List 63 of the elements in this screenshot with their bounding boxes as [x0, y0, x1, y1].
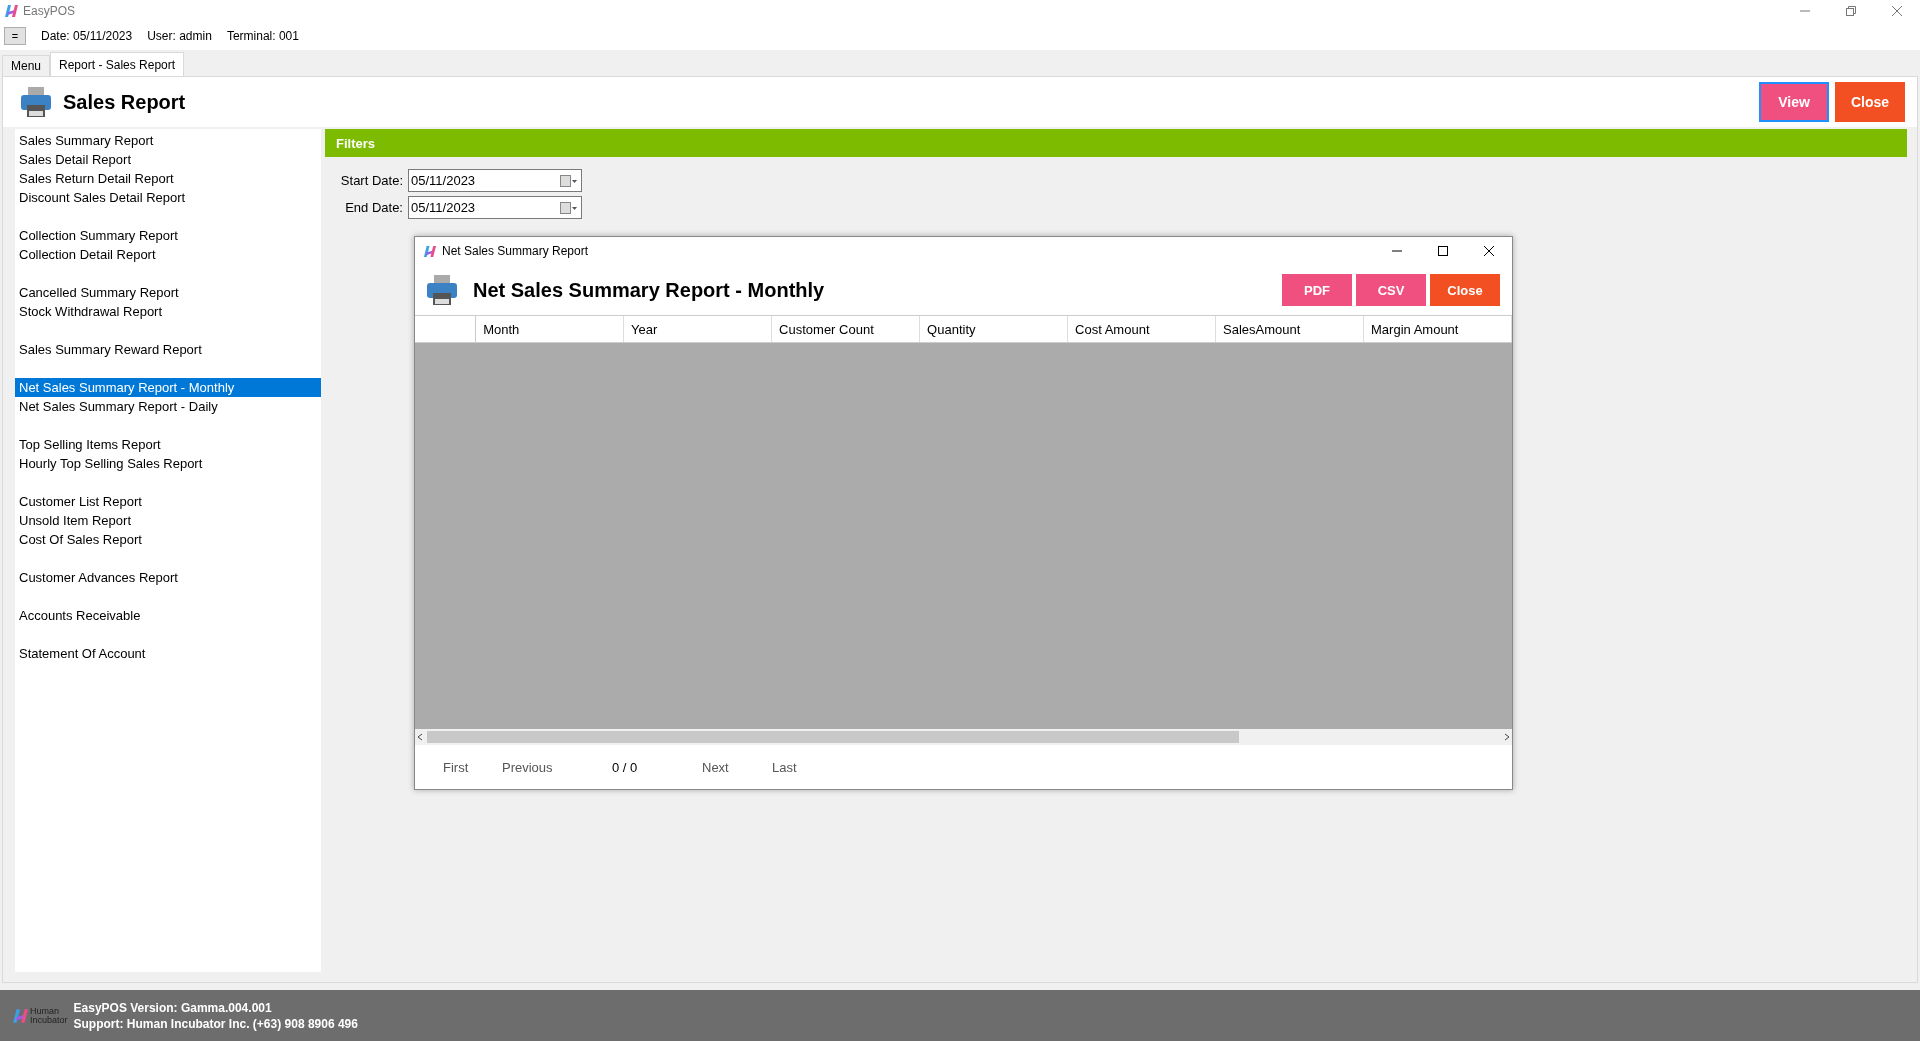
horizontal-scrollbar[interactable]	[415, 729, 1512, 745]
calendar-icon[interactable]	[560, 174, 578, 187]
column-header[interactable]: Month	[476, 316, 625, 342]
report-item[interactable]: Sales Detail Report	[15, 150, 321, 169]
column-header[interactable]: Cost Amount	[1068, 316, 1217, 342]
version-text: EasyPOS Version: Gamma.004.001	[73, 999, 273, 1016]
dialog-title: Net Sales Summary Report	[442, 244, 590, 258]
filters-header: Filters	[325, 129, 1907, 157]
first-link[interactable]: First	[443, 759, 502, 775]
report-item[interactable]: Sales Summary Report	[15, 131, 321, 150]
restore-icon[interactable]	[1846, 6, 1856, 16]
column-header[interactable]: Quantity	[920, 316, 1069, 342]
close-dialog-button[interactable]: Close	[1430, 274, 1500, 306]
report-item[interactable]: Discount Sales Detail Report	[15, 188, 321, 207]
report-item[interactable]: Collection Detail Report	[15, 245, 321, 264]
close-icon[interactable]	[1484, 246, 1494, 256]
column-header[interactable]: SalesAmount	[1216, 316, 1365, 342]
logo-icon	[12, 1007, 28, 1024]
date-field[interactable]: 05/11/2023	[408, 169, 582, 192]
page-position: 0 / 0	[612, 759, 639, 775]
field-label: Start Date:	[339, 173, 404, 188]
maximize-icon[interactable]	[1438, 246, 1448, 256]
menu-button[interactable]: =	[4, 27, 26, 45]
report-item[interactable]: Unsold Item Report	[15, 511, 321, 530]
tab[interactable]: Menu	[2, 55, 51, 76]
field-label: End Date:	[344, 200, 404, 215]
logo-icon	[423, 244, 436, 258]
page-title: Sales Report	[63, 90, 187, 114]
calendar-icon[interactable]	[560, 201, 578, 214]
report-item[interactable]: Net Sales Summary Report - Daily	[15, 397, 321, 416]
report-item[interactable]: Sales Return Detail Report	[15, 169, 321, 188]
report-item[interactable]: Customer List Report	[15, 492, 321, 511]
report-item[interactable]: Net Sales Summary Report - Monthly	[15, 378, 321, 397]
previous-link[interactable]: Previous	[502, 759, 612, 775]
printer-icon	[425, 273, 459, 307]
date-label: Date: 05/11/2023	[41, 29, 133, 43]
next-link[interactable]: Next	[702, 759, 772, 775]
column-header[interactable]: Year	[624, 316, 773, 342]
report-item[interactable]: Statement Of Account	[15, 644, 321, 663]
report-item[interactable]: Accounts Receivable	[15, 606, 321, 625]
last-link[interactable]: Last	[772, 759, 822, 775]
report-item[interactable]: Cost Of Sales Report	[15, 530, 321, 549]
report-item[interactable]: Customer Advances Report	[15, 568, 321, 587]
logo-text: Incubator	[30, 1015, 68, 1025]
date-field[interactable]: 05/11/2023	[408, 196, 582, 219]
report-item[interactable]: Stock Withdrawal Report	[15, 302, 321, 321]
terminal-label: Terminal: 001	[226, 29, 299, 43]
close-page-button[interactable]: Close	[1835, 82, 1905, 122]
column-header[interactable]: Margin Amount	[1364, 316, 1512, 342]
support-text: Support: Human Incubator Inc. (+63) 908 8906 496	[73, 1015, 358, 1032]
printer-icon	[19, 85, 53, 119]
report-item[interactable]: Hourly Top Selling Sales Report	[15, 454, 321, 473]
dialog-heading: Net Sales Summary Report - Monthly	[473, 278, 826, 302]
column-header[interactable]: Customer Count	[772, 316, 921, 342]
tab[interactable]: Report - Sales Report	[50, 52, 185, 76]
report-item[interactable]: Cancelled Summary Report	[15, 283, 321, 302]
window-title: EasyPOS	[23, 4, 77, 18]
report-item[interactable]: Collection Summary Report	[15, 226, 321, 245]
user-label: User: admin	[147, 29, 212, 43]
report-item[interactable]: Sales Summary Reward Report	[15, 340, 321, 359]
logo-text: Human	[30, 1006, 60, 1016]
logo-icon	[4, 4, 18, 18]
report-item[interactable]: Top Selling Items Report	[15, 435, 321, 454]
